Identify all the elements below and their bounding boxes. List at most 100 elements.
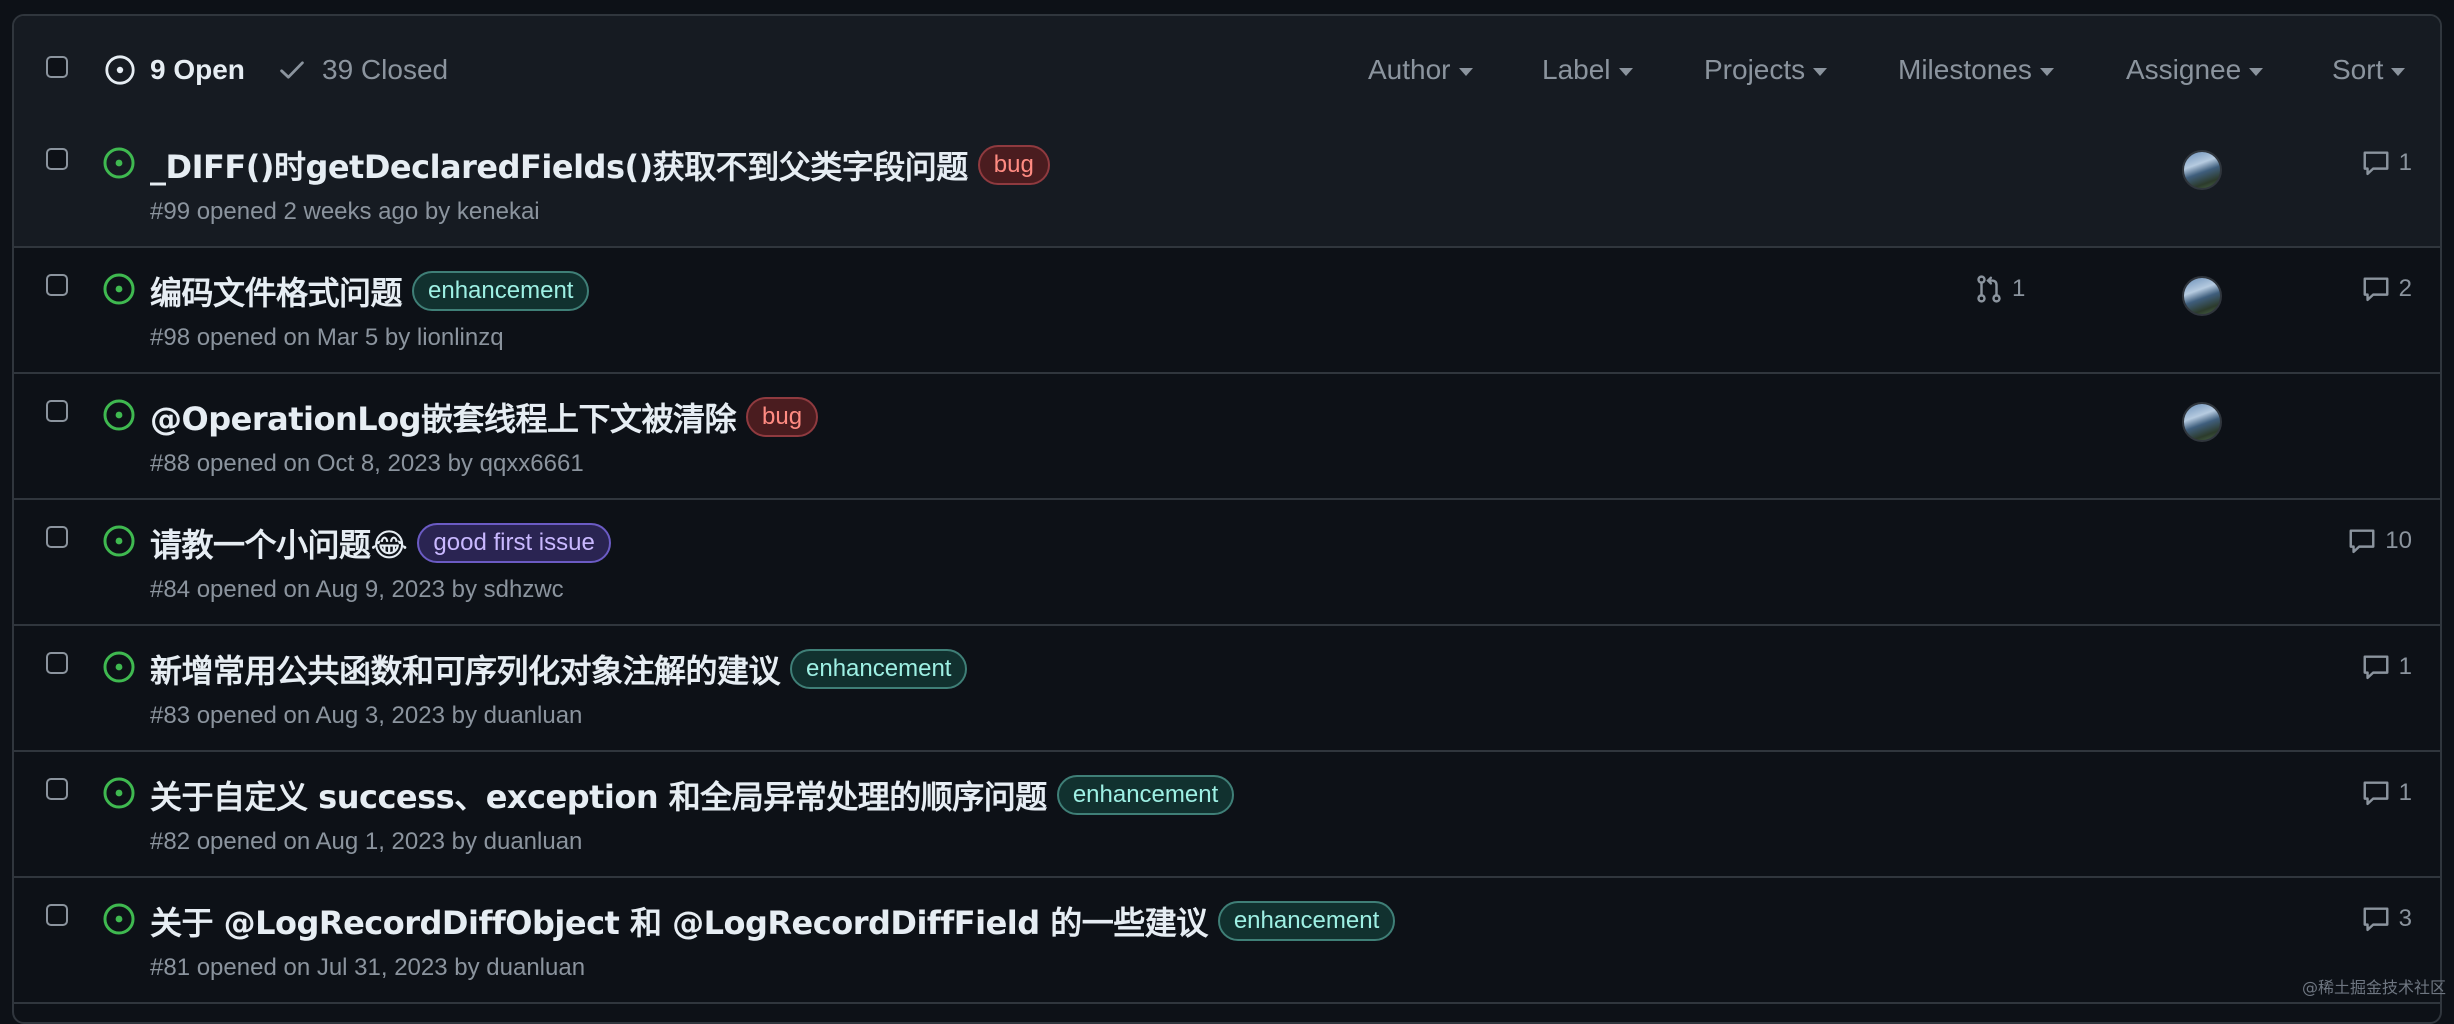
issue-title-link[interactable]: 新增常用公共函数和可序列化对象注解的建议 — [150, 646, 780, 692]
open-count: 9 Open — [150, 54, 245, 86]
issue-title-line: 新增常用公共函数和可序列化对象注解的建议enhancement — [150, 646, 967, 692]
issue-meta: #98 opened on Mar 5 by lionlinzq — [150, 324, 504, 352]
issue-row[interactable]: 编码文件格式问题enhancement #98 opened on Mar 5 b… — [14, 250, 2440, 374]
select-all-checkbox[interactable] — [46, 56, 68, 78]
comments-link[interactable]: 2 — [2361, 274, 2412, 304]
issue-row[interactable]: 请教一个小问题😂good first issue #84 opened on Au… — [14, 502, 2440, 626]
issues-list-header: 9 Open 39 Closed Author Label Projects M… — [14, 16, 2440, 126]
issue-title-line: 请教一个小问题😂good first issue — [150, 520, 611, 566]
comments-link[interactable]: 1 — [2361, 148, 2412, 178]
issue-checkbox[interactable] — [46, 904, 68, 926]
caret-down-icon — [1813, 68, 1827, 76]
linked-pull-requests[interactable]: 1 — [1974, 274, 2025, 304]
caret-down-icon — [1459, 68, 1473, 76]
issue-opened-icon — [104, 54, 136, 86]
issue-title-link[interactable]: @OperationLog嵌套线程上下文被清除 — [150, 394, 736, 440]
issue-checkbox[interactable] — [46, 274, 68, 296]
comments-link[interactable]: 10 — [2347, 526, 2412, 556]
comments-link[interactable]: 1 — [2361, 652, 2412, 682]
issue-label-good-first-issue[interactable]: good first issue — [417, 523, 610, 563]
issue-title-line: @OperationLog嵌套线程上下文被清除bug — [150, 394, 818, 440]
issue-opened-icon — [102, 650, 136, 684]
issue-meta: #84 opened on Aug 9, 2023 by sdhzwc — [150, 576, 564, 604]
comment-count: 3 — [2399, 905, 2412, 933]
comment-icon — [2361, 904, 2391, 934]
issues-list-box: 9 Open 39 Closed Author Label Projects M… — [12, 14, 2442, 1024]
issue-meta: #82 opened on Aug 1, 2023 by duanluan — [150, 828, 582, 856]
issue-title-link[interactable]: 编码文件格式问题 — [150, 268, 402, 314]
comment-count: 2 — [2399, 275, 2412, 303]
closed-issues-tab[interactable]: 39 Closed — [276, 16, 448, 124]
watermark: @稀土掘金技术社区 — [2302, 974, 2446, 998]
milestones-filter-label: Milestones — [1898, 54, 2032, 86]
comments-link[interactable]: 3 — [2361, 904, 2412, 934]
issue-title-line: 关于 @LogRecordDiffObject 和 @LogRecordDiff… — [150, 898, 1395, 944]
milestones-filter[interactable]: Milestones — [1898, 16, 2054, 124]
issue-meta: #81 opened on Jul 31, 2023 by duanluan — [150, 954, 585, 982]
issue-opened-icon — [102, 902, 136, 936]
issue-row[interactable]: 关于自定义 success、exception 和全局异常处理的顺序问题enha… — [14, 754, 2440, 878]
linked-pr-count: 1 — [2012, 275, 2025, 303]
comments-link[interactable]: 1 — [2361, 778, 2412, 808]
assignee-filter-label: Assignee — [2126, 54, 2241, 86]
issue-meta: #99 opened 2 weeks ago by kenekai — [150, 198, 540, 226]
sort-filter[interactable]: Sort — [2332, 16, 2405, 124]
issue-title-link[interactable]: 关于自定义 success、exception 和全局异常处理的顺序问题 — [150, 772, 1047, 818]
assignee-avatar[interactable] — [2182, 402, 2222, 442]
projects-filter-label: Projects — [1704, 54, 1805, 86]
assignee-avatar[interactable] — [2182, 276, 2222, 316]
issue-title-line: 关于自定义 success、exception 和全局异常处理的顺序问题enha… — [150, 772, 1234, 818]
comment-icon — [2347, 526, 2377, 556]
caret-down-icon — [2391, 68, 2405, 76]
issue-checkbox[interactable] — [46, 400, 68, 422]
issue-meta: #83 opened on Aug 3, 2023 by duanluan — [150, 702, 582, 730]
issue-meta: #88 opened on Oct 8, 2023 by qqxx6661 — [150, 450, 584, 478]
comment-count: 10 — [2385, 527, 2412, 555]
issue-opened-icon — [102, 776, 136, 810]
caret-down-icon — [1619, 68, 1633, 76]
issue-title-link[interactable]: _DIFF()时getDeclaredFields()获取不到父类字段问题 — [150, 142, 968, 188]
issue-opened-icon — [102, 524, 136, 558]
open-issues-tab[interactable]: 9 Open — [104, 16, 245, 124]
comment-count: 1 — [2399, 149, 2412, 177]
issue-checkbox[interactable] — [46, 148, 68, 170]
issue-label-enhancement[interactable]: enhancement — [412, 271, 589, 311]
issue-row[interactable]: _DIFF()时getDeclaredFields()获取不到父类字段问题bug… — [14, 124, 2440, 248]
issue-label-enhancement[interactable]: enhancement — [1218, 901, 1395, 941]
issue-title-link[interactable]: 请教一个小问题😂 — [150, 520, 407, 566]
issue-title-link[interactable]: 关于 @LogRecordDiffObject 和 @LogRecordDiff… — [150, 898, 1208, 944]
issue-label-bug[interactable]: bug — [978, 145, 1050, 185]
author-filter[interactable]: Author — [1368, 16, 1473, 124]
issue-checkbox[interactable] — [46, 526, 68, 548]
issue-opened-icon — [102, 398, 136, 432]
projects-filter[interactable]: Projects — [1704, 16, 1827, 124]
label-filter[interactable]: Label — [1542, 16, 1633, 124]
sort-filter-label: Sort — [2332, 54, 2383, 86]
issue-label-bug[interactable]: bug — [746, 397, 818, 437]
comment-count: 1 — [2399, 653, 2412, 681]
issue-opened-icon — [102, 272, 136, 306]
caret-down-icon — [2040, 68, 2054, 76]
comment-icon — [2361, 148, 2391, 178]
comment-icon — [2361, 274, 2391, 304]
pull-request-icon — [1974, 274, 2004, 304]
comment-icon — [2361, 778, 2391, 808]
assignee-filter[interactable]: Assignee — [2126, 16, 2263, 124]
issue-label-enhancement[interactable]: enhancement — [1057, 775, 1234, 815]
issue-row[interactable]: 关于 @LogRecordDiffObject 和 @LogRecordDiff… — [14, 880, 2440, 1004]
issue-title-line: _DIFF()时getDeclaredFields()获取不到父类字段问题bug — [150, 142, 1050, 188]
closed-count: 39 Closed — [322, 54, 448, 86]
issue-row[interactable]: 新增常用公共函数和可序列化对象注解的建议enhancement #83 opene… — [14, 628, 2440, 752]
issue-opened-icon — [102, 146, 136, 180]
label-filter-label: Label — [1542, 54, 1611, 86]
caret-down-icon — [2249, 68, 2263, 76]
assignee-avatar[interactable] — [2182, 150, 2222, 190]
issue-checkbox[interactable] — [46, 652, 68, 674]
check-icon — [276, 54, 308, 86]
issue-title-line: 编码文件格式问题enhancement — [150, 268, 589, 314]
comment-count: 1 — [2399, 779, 2412, 807]
issue-label-enhancement[interactable]: enhancement — [790, 649, 967, 689]
issue-checkbox[interactable] — [46, 778, 68, 800]
issue-row[interactable]: @OperationLog嵌套线程上下文被清除bug #88 opened on … — [14, 376, 2440, 500]
comment-icon — [2361, 652, 2391, 682]
